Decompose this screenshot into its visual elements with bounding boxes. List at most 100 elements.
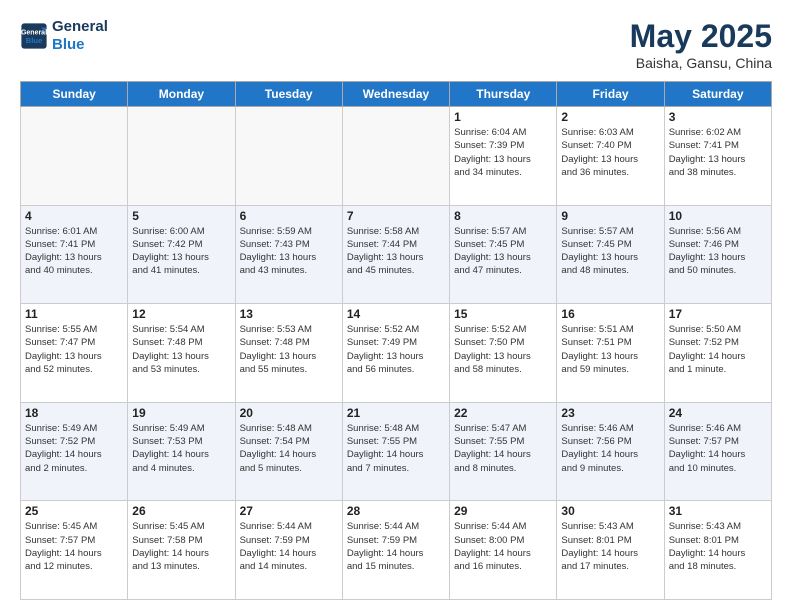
calendar-row: 11Sunrise: 5:55 AM Sunset: 7:47 PM Dayli… (21, 304, 772, 403)
table-row: 16Sunrise: 5:51 AM Sunset: 7:51 PM Dayli… (557, 304, 664, 403)
day-info: Sunrise: 5:44 AM Sunset: 8:00 PM Dayligh… (454, 520, 552, 573)
day-number: 25 (25, 504, 123, 518)
day-info: Sunrise: 5:45 AM Sunset: 7:57 PM Dayligh… (25, 520, 123, 573)
table-row (342, 107, 449, 206)
day-number: 19 (132, 406, 230, 420)
col-tuesday: Tuesday (235, 82, 342, 107)
table-row: 1 Sunrise: 6:04 AM Sunset: 7:39 PM Daylig… (450, 107, 557, 206)
day-number: 30 (561, 504, 659, 518)
day-info: Sunrise: 5:48 AM Sunset: 7:54 PM Dayligh… (240, 422, 338, 475)
table-row (21, 107, 128, 206)
day-info: Sunrise: 6:00 AM Sunset: 7:42 PM Dayligh… (132, 225, 230, 278)
day-info: Sunrise: 5:58 AM Sunset: 7:44 PM Dayligh… (347, 225, 445, 278)
day-info: Sunrise: 6:04 AM Sunset: 7:39 PM Dayligh… (454, 126, 552, 179)
day-info: Sunrise: 6:03 AM Sunset: 7:40 PM Dayligh… (561, 126, 659, 179)
calendar-page: General Blue General Blue May 2025 Baish… (0, 0, 792, 612)
svg-text:Blue: Blue (26, 36, 43, 45)
day-number: 8 (454, 209, 552, 223)
table-row: 30 Sunrise: 5:43 AM Sunset: 8:01 PM Dayli… (557, 501, 664, 600)
day-info: Sunrise: 5:57 AM Sunset: 7:45 PM Dayligh… (454, 225, 552, 278)
table-row: 18 Sunrise: 5:49 AM Sunset: 7:52 PM Dayli… (21, 402, 128, 501)
day-number: 13 (240, 307, 338, 321)
day-info: Sunrise: 5:54 AM Sunset: 7:48 PM Dayligh… (132, 323, 230, 376)
day-number: 12 (132, 307, 230, 321)
day-number: 21 (347, 406, 445, 420)
day-number: 26 (132, 504, 230, 518)
calendar-subtitle: Baisha, Gansu, China (630, 55, 772, 71)
day-number: 15 (454, 307, 552, 321)
day-number: 29 (454, 504, 552, 518)
table-row: 28 Sunrise: 5:44 AM Sunset: 7:59 PM Dayli… (342, 501, 449, 600)
col-wednesday: Wednesday (342, 82, 449, 107)
day-info: Sunrise: 5:53 AM Sunset: 7:48 PM Dayligh… (240, 323, 338, 376)
day-info: Sunrise: 5:49 AM Sunset: 7:53 PM Dayligh… (132, 422, 230, 475)
day-number: 23 (561, 406, 659, 420)
header: General Blue General Blue May 2025 Baish… (20, 18, 772, 71)
table-row (235, 107, 342, 206)
table-row: 14 Sunrise: 5:52 AM Sunset: 7:49 PM Dayli… (342, 304, 449, 403)
day-number: 22 (454, 406, 552, 420)
table-row: 10Sunrise: 5:56 AM Sunset: 7:46 PM Dayli… (664, 205, 771, 304)
day-number: 14 (347, 307, 445, 321)
day-info: Sunrise: 5:50 AM Sunset: 7:52 PM Dayligh… (669, 323, 767, 376)
col-friday: Friday (557, 82, 664, 107)
table-row: 7 Sunrise: 5:58 AM Sunset: 7:44 PM Daylig… (342, 205, 449, 304)
table-row: 9 Sunrise: 5:57 AM Sunset: 7:45 PM Daylig… (557, 205, 664, 304)
table-row: 11Sunrise: 5:55 AM Sunset: 7:47 PM Dayli… (21, 304, 128, 403)
calendar-table: Sunday Monday Tuesday Wednesday Thursday… (20, 81, 772, 600)
table-row: 29 Sunrise: 5:44 AM Sunset: 8:00 PM Dayli… (450, 501, 557, 600)
day-number: 17 (669, 307, 767, 321)
table-row: 5 Sunrise: 6:00 AM Sunset: 7:42 PM Daylig… (128, 205, 235, 304)
logo-icon: General Blue (20, 22, 48, 50)
col-monday: Monday (128, 82, 235, 107)
day-info: Sunrise: 5:47 AM Sunset: 7:55 PM Dayligh… (454, 422, 552, 475)
title-block: May 2025 Baisha, Gansu, China (630, 18, 772, 71)
calendar-row: 4 Sunrise: 6:01 AM Sunset: 7:41 PM Daylig… (21, 205, 772, 304)
day-info: Sunrise: 5:57 AM Sunset: 7:45 PM Dayligh… (561, 225, 659, 278)
table-row: 27Sunrise: 5:44 AM Sunset: 7:59 PM Dayli… (235, 501, 342, 600)
table-row: 17 Sunrise: 5:50 AM Sunset: 7:52 PM Dayli… (664, 304, 771, 403)
table-row: 12 Sunrise: 5:54 AM Sunset: 7:48 PM Dayli… (128, 304, 235, 403)
day-number: 18 (25, 406, 123, 420)
day-info: Sunrise: 5:44 AM Sunset: 7:59 PM Dayligh… (347, 520, 445, 573)
day-info: Sunrise: 5:55 AM Sunset: 7:47 PM Dayligh… (25, 323, 123, 376)
table-row: 19 Sunrise: 5:49 AM Sunset: 7:53 PM Dayli… (128, 402, 235, 501)
table-row: 22 Sunrise: 5:47 AM Sunset: 7:55 PM Dayli… (450, 402, 557, 501)
table-row: 15 Sunrise: 5:52 AM Sunset: 7:50 PM Dayli… (450, 304, 557, 403)
day-number: 4 (25, 209, 123, 223)
col-sunday: Sunday (21, 82, 128, 107)
day-info: Sunrise: 5:45 AM Sunset: 7:58 PM Dayligh… (132, 520, 230, 573)
table-row: 4 Sunrise: 6:01 AM Sunset: 7:41 PM Daylig… (21, 205, 128, 304)
day-info: Sunrise: 6:01 AM Sunset: 7:41 PM Dayligh… (25, 225, 123, 278)
day-info: Sunrise: 5:46 AM Sunset: 7:56 PM Dayligh… (561, 422, 659, 475)
table-row: 13 Sunrise: 5:53 AM Sunset: 7:48 PM Dayli… (235, 304, 342, 403)
table-row: 24Sunrise: 5:46 AM Sunset: 7:57 PM Dayli… (664, 402, 771, 501)
day-number: 9 (561, 209, 659, 223)
table-row: 31Sunrise: 5:43 AM Sunset: 8:01 PM Dayli… (664, 501, 771, 600)
day-info: Sunrise: 5:52 AM Sunset: 7:50 PM Dayligh… (454, 323, 552, 376)
day-number: 28 (347, 504, 445, 518)
col-saturday: Saturday (664, 82, 771, 107)
day-number: 5 (132, 209, 230, 223)
day-info: Sunrise: 5:59 AM Sunset: 7:43 PM Dayligh… (240, 225, 338, 278)
calendar-row: 1 Sunrise: 6:04 AM Sunset: 7:39 PM Daylig… (21, 107, 772, 206)
day-number: 6 (240, 209, 338, 223)
calendar-row: 25 Sunrise: 5:45 AM Sunset: 7:57 PM Dayli… (21, 501, 772, 600)
logo: General Blue General Blue (20, 18, 108, 54)
day-info: Sunrise: 6:02 AM Sunset: 7:41 PM Dayligh… (669, 126, 767, 179)
col-thursday: Thursday (450, 82, 557, 107)
day-info: Sunrise: 5:43 AM Sunset: 8:01 PM Dayligh… (561, 520, 659, 573)
day-number: 31 (669, 504, 767, 518)
day-number: 7 (347, 209, 445, 223)
table-row: 6 Sunrise: 5:59 AM Sunset: 7:43 PM Daylig… (235, 205, 342, 304)
table-row (128, 107, 235, 206)
table-row: 8 Sunrise: 5:57 AM Sunset: 7:45 PM Daylig… (450, 205, 557, 304)
day-info: Sunrise: 5:52 AM Sunset: 7:49 PM Dayligh… (347, 323, 445, 376)
day-number: 3 (669, 110, 767, 124)
table-row: 25 Sunrise: 5:45 AM Sunset: 7:57 PM Dayli… (21, 501, 128, 600)
day-number: 1 (454, 110, 552, 124)
day-info: Sunrise: 5:48 AM Sunset: 7:55 PM Dayligh… (347, 422, 445, 475)
day-info: Sunrise: 5:49 AM Sunset: 7:52 PM Dayligh… (25, 422, 123, 475)
table-row: 26 Sunrise: 5:45 AM Sunset: 7:58 PM Dayli… (128, 501, 235, 600)
day-number: 27 (240, 504, 338, 518)
